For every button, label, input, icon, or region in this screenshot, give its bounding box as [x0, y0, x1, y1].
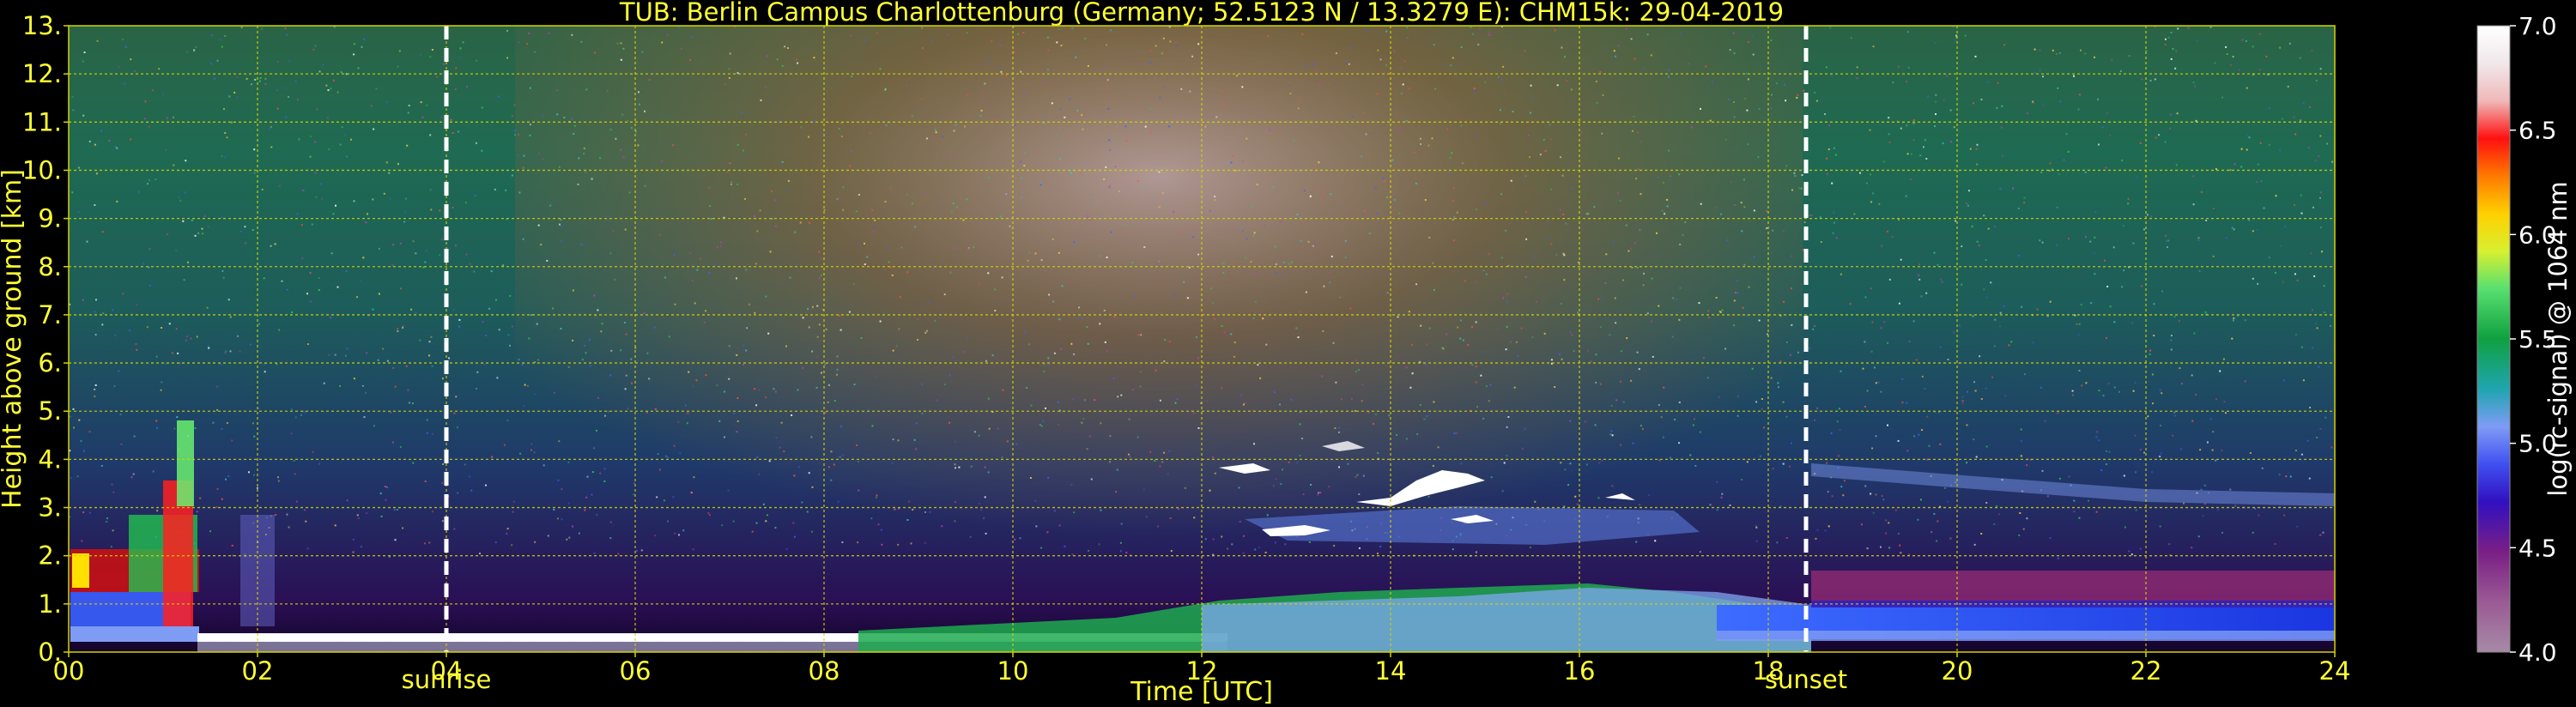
chart-title: TUB: Berlin Campus Charlottenburg (Germa… [619, 0, 1784, 27]
colorbar-tick-label: 4.5 [2518, 534, 2557, 562]
y-axis-ticks: 0. 1. 2. 3. 4. 5. 6. 7. 8. 9. 10. 11. 12. 13. [22, 11, 69, 667]
colorbar-tick-label: 4.0 [2518, 638, 2557, 667]
y-tick-label: 4. [38, 444, 62, 474]
colorbar-tick-label: 7.0 [2518, 12, 2557, 40]
x-tick-label: 04 [431, 656, 463, 686]
y-tick-label: 10. [22, 155, 62, 184]
x-axis-label: Time [UTC] [1130, 677, 1273, 707]
y-tick-label: 0. [38, 638, 62, 667]
x-tick-label: 14 [1375, 656, 1407, 686]
y-tick-label: 12. [22, 59, 62, 88]
colorbar [2476, 25, 2511, 653]
x-tick-label: 08 [809, 656, 840, 686]
y-tick-label: 11. [22, 107, 62, 136]
x-tick-label: 16 [1564, 656, 1596, 686]
x-tick-label: 22 [2131, 656, 2162, 686]
y-tick-label: 13. [22, 11, 62, 40]
colorbar-label: log(rc-signal) @ 1064 nm [2543, 181, 2573, 496]
x-tick-label: 24 [2319, 656, 2351, 686]
x-tick-label: 20 [1942, 656, 1973, 686]
y-tick-label: 2. [38, 541, 62, 571]
y-axis-label: Height above ground [km] [0, 169, 27, 509]
plot-area [69, 26, 2335, 652]
y-tick-label: 6. [38, 348, 62, 378]
y-tick-label: 7. [38, 300, 62, 329]
y-tick-label: 8. [38, 252, 62, 281]
y-tick-label: 1. [38, 589, 62, 619]
ceilometer-chart: TUB: Berlin Campus Charlottenburg (Germa… [0, 0, 2573, 707]
y-tick-label: 3. [38, 493, 62, 523]
y-tick-label: 5. [38, 396, 62, 426]
colorbar-tick-label: 6.5 [2518, 117, 2557, 145]
x-tick-label: 18 [1753, 656, 1785, 686]
x-tick-label: 10 [997, 656, 1029, 686]
x-tick-label: 02 [242, 656, 274, 686]
y-tick-label: 9. [38, 204, 62, 233]
x-tick-label: 06 [620, 656, 652, 686]
